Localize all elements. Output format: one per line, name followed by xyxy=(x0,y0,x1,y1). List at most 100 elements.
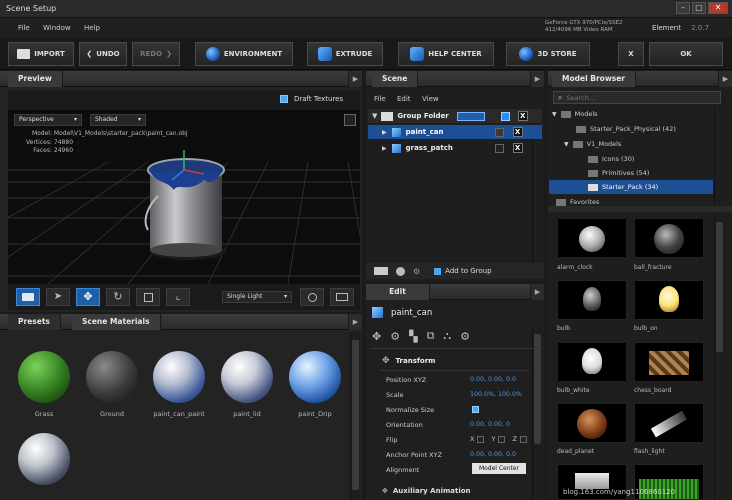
group-folder-row[interactable]: ▼ Group Folder X xyxy=(368,109,542,123)
menu-file[interactable]: File xyxy=(18,24,30,32)
tab-model-browser[interactable]: Model Browser xyxy=(552,71,636,87)
thumb-dead-planet[interactable] xyxy=(557,403,627,443)
search-input[interactable] xyxy=(566,93,707,102)
normalize-checkbox[interactable] xyxy=(472,406,479,413)
redo-button[interactable]: REDO ❯ xyxy=(132,42,180,66)
material-paint-lid[interactable] xyxy=(221,351,273,403)
store-button[interactable]: 3D STORE xyxy=(506,42,590,66)
tab-presets[interactable]: Presets xyxy=(8,314,61,330)
maximize-view-icon[interactable] xyxy=(344,114,356,126)
flip-x-checkbox[interactable] xyxy=(477,435,485,443)
tree-scrollbar[interactable] xyxy=(714,108,724,204)
light-target-button[interactable] xyxy=(300,288,324,306)
settings-icon[interactable]: ⚙ xyxy=(413,267,420,276)
cancel-button[interactable]: X xyxy=(618,42,644,66)
checker-icon[interactable]: ▚ xyxy=(409,330,417,343)
draft-textures-checkbox[interactable] xyxy=(280,95,288,103)
scale-tool[interactable] xyxy=(136,288,160,306)
material-grass[interactable] xyxy=(18,351,70,403)
close-button[interactable]: ✕ xyxy=(708,2,728,14)
minimize-button[interactable]: – xyxy=(676,2,690,14)
visibility-toggle[interactable] xyxy=(500,111,510,121)
tree-item-starter-pack[interactable]: Starter_Pack (34) xyxy=(549,180,713,194)
ok-button[interactable]: OK xyxy=(649,42,723,66)
thumb-alarm-clock[interactable] xyxy=(557,218,627,258)
tree-item-starter-pack-physical[interactable]: Starter_Pack_Physical (42) xyxy=(576,125,676,133)
rotate-tool[interactable]: ↻ xyxy=(106,288,130,306)
material-ground[interactable] xyxy=(86,351,138,403)
move-tool[interactable]: ✥ xyxy=(76,288,100,306)
add-to-group-label[interactable]: Add to Group xyxy=(445,267,491,275)
edit-scrollbar[interactable] xyxy=(532,328,542,500)
tree-item-favorites[interactable]: Favorites xyxy=(556,198,599,206)
transform-section-header[interactable]: ✥ Transform xyxy=(382,356,435,366)
scrollbar-thumb[interactable] xyxy=(352,340,359,490)
thumb-bulb-white[interactable] xyxy=(557,342,627,382)
tab-scene[interactable]: Scene xyxy=(372,71,419,87)
shading-dropdown[interactable]: Shaded ▾ xyxy=(90,114,146,126)
group-color-swatch[interactable] xyxy=(456,111,485,121)
tree-item-primitives[interactable]: Primitives (54) xyxy=(588,169,649,177)
flip-y-checkbox[interactable] xyxy=(498,435,506,443)
maximize-button[interactable]: □ xyxy=(692,2,706,14)
thumb-bulb-on[interactable] xyxy=(634,280,704,320)
settings-icon[interactable]: ⚙ xyxy=(460,330,470,343)
gear-icon[interactable]: ⚙ xyxy=(390,330,400,343)
menu-window[interactable]: Window xyxy=(43,24,71,32)
new-folder-icon[interactable] xyxy=(374,267,388,275)
panel-arrow-icon[interactable]: ▶ xyxy=(530,284,544,300)
scrollbar-thumb[interactable] xyxy=(534,334,541,444)
delete-icon[interactable]: X xyxy=(512,143,523,153)
sphere-icon[interactable] xyxy=(396,266,405,276)
thumb-ball-fracture[interactable] xyxy=(634,218,704,258)
material-extra[interactable] xyxy=(18,433,70,485)
add-group-checkbox[interactable] xyxy=(434,267,442,275)
move-icon[interactable]: ✥ xyxy=(372,330,381,343)
light-dropdown[interactable]: Single Light ▾ xyxy=(222,291,292,303)
thumb-chess-board[interactable] xyxy=(634,342,704,382)
delete-icon[interactable]: X xyxy=(517,111,528,121)
tab-edit[interactable]: Edit xyxy=(366,284,430,300)
anchor-field[interactable]: 0.00, 0.00, 0.0 xyxy=(470,451,516,458)
tree-item-v1-models[interactable]: ▼ V1_Models xyxy=(564,140,621,148)
alignment-dropdown[interactable]: Model Center xyxy=(472,463,526,474)
flip-z-checkbox[interactable] xyxy=(519,435,527,443)
panel-arrow-icon[interactable]: ▶ xyxy=(718,71,732,87)
panel-arrow-icon[interactable]: ▶ xyxy=(348,71,362,87)
projection-dropdown[interactable]: Perspective ▾ xyxy=(14,114,82,126)
scene-menu-view[interactable]: View xyxy=(422,95,439,103)
scrollbar-thumb[interactable] xyxy=(716,222,723,352)
presets-scrollbar[interactable] xyxy=(350,332,360,500)
panel-arrow-icon[interactable]: ▶ xyxy=(530,71,544,87)
material-paint-drip[interactable] xyxy=(289,351,341,403)
thumb-flash-light[interactable] xyxy=(634,403,704,443)
search-box[interactable]: ⌕ xyxy=(553,91,721,104)
splitter[interactable] xyxy=(548,206,732,212)
tab-scene-materials[interactable]: Scene Materials xyxy=(72,314,161,330)
material-paint-can-paint[interactable] xyxy=(153,351,205,403)
menu-help[interactable]: Help xyxy=(84,24,100,32)
import-button[interactable]: IMPORT xyxy=(8,42,74,66)
thumbs-scrollbar[interactable] xyxy=(714,214,724,500)
scene-item-grass-patch[interactable]: ▶ grass_patch X xyxy=(368,141,542,155)
tree-item-models[interactable]: ▼ Models xyxy=(552,110,598,118)
visibility-toggle[interactable] xyxy=(494,127,504,137)
undo-button[interactable]: ❮ UNDO xyxy=(79,42,127,66)
position-field[interactable]: 0.00, 0.00, 0.0 xyxy=(470,376,516,383)
environment-button[interactable]: ENVIRONMENT xyxy=(195,42,293,66)
extrude-button[interactable]: EXTRUDE xyxy=(307,42,383,66)
delete-icon[interactable]: X xyxy=(512,127,523,137)
camera-tool[interactable] xyxy=(16,288,40,306)
panel-arrow-icon[interactable]: ▶ xyxy=(348,314,362,330)
wave-icon[interactable]: ⛬ xyxy=(443,329,451,343)
tab-preview[interactable]: Preview xyxy=(8,71,63,87)
scene-menu-edit[interactable]: Edit xyxy=(397,95,411,103)
visibility-toggle[interactable] xyxy=(494,143,504,153)
auxiliary-animation-section[interactable]: ✥ Auxiliary Animation xyxy=(382,487,471,495)
scene-item-paint-can[interactable]: ▶ paint_can X xyxy=(368,125,542,139)
axis-tool[interactable]: ⌞ xyxy=(166,288,190,306)
scale-field[interactable]: 100.0%, 100.0% xyxy=(470,391,522,398)
help-center-button[interactable]: HELP CENTER xyxy=(398,42,494,66)
copy-icon[interactable]: ⧉ xyxy=(427,329,435,343)
scene-menu-file[interactable]: File xyxy=(374,95,386,103)
